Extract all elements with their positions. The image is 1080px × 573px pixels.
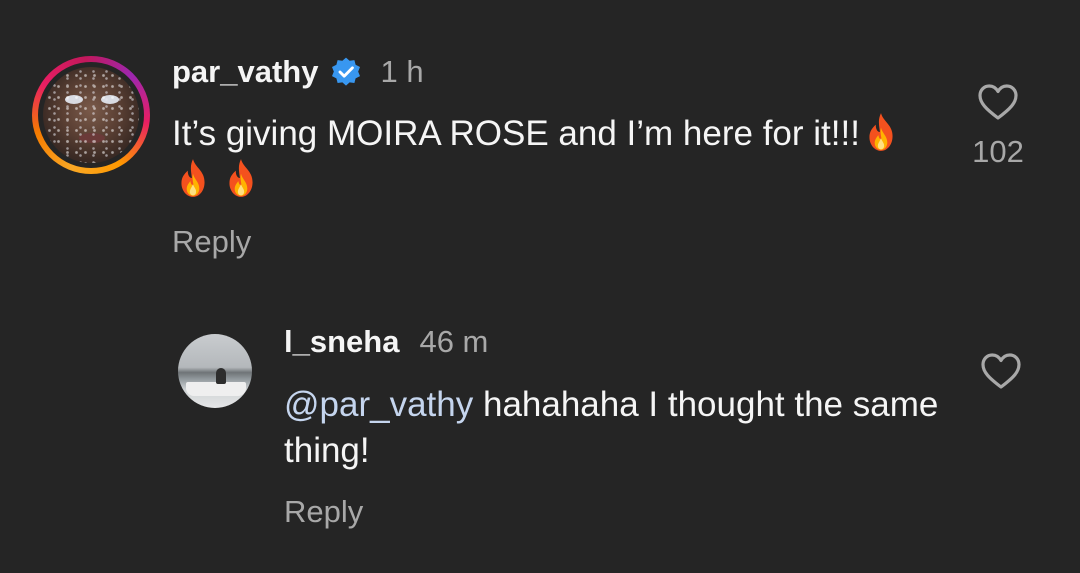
comment: par_vathy 1 h It’s giving MOIRA ROSE and… [0,0,1080,290]
mention-link[interactable]: @par_vathy [284,385,473,424]
avatar-person [216,368,226,384]
timestamp: 1 h [380,54,424,89]
fire-emoji-icon [229,159,253,197]
username[interactable]: par_vathy [172,54,318,90]
username[interactable]: l_sneha [284,324,399,360]
timestamp: 46 m [419,324,489,359]
comment-header: l_sneha 46 m [284,320,488,364]
comment-text: It’s giving MOIRA ROSE and I’m here for … [172,111,912,203]
reply-button[interactable]: Reply [172,224,251,260]
avatar[interactable] [178,334,252,408]
like-count: 102 [972,134,1024,169]
reply-comment: l_sneha 46 m @par_vathy hahahaha I thoug… [0,290,1080,573]
avatar-image [43,67,139,163]
comment-text: @par_vathy hahahaha I thought the same t… [284,382,944,474]
fire-emoji-icon [181,159,205,197]
avatar[interactable] [32,56,150,174]
verified-badge-icon [332,57,361,86]
avatar-boat [186,382,246,396]
comment-header: par_vathy 1 h [172,50,424,94]
avatar-glitter [43,67,139,163]
heart-outline-icon[interactable] [979,351,1023,391]
fire-emoji-icon [869,113,893,151]
reply-button[interactable]: Reply [284,494,363,530]
heart-outline-icon[interactable] [976,82,1020,122]
comment-text-content: It’s giving MOIRA ROSE and I’m here for … [172,114,860,153]
